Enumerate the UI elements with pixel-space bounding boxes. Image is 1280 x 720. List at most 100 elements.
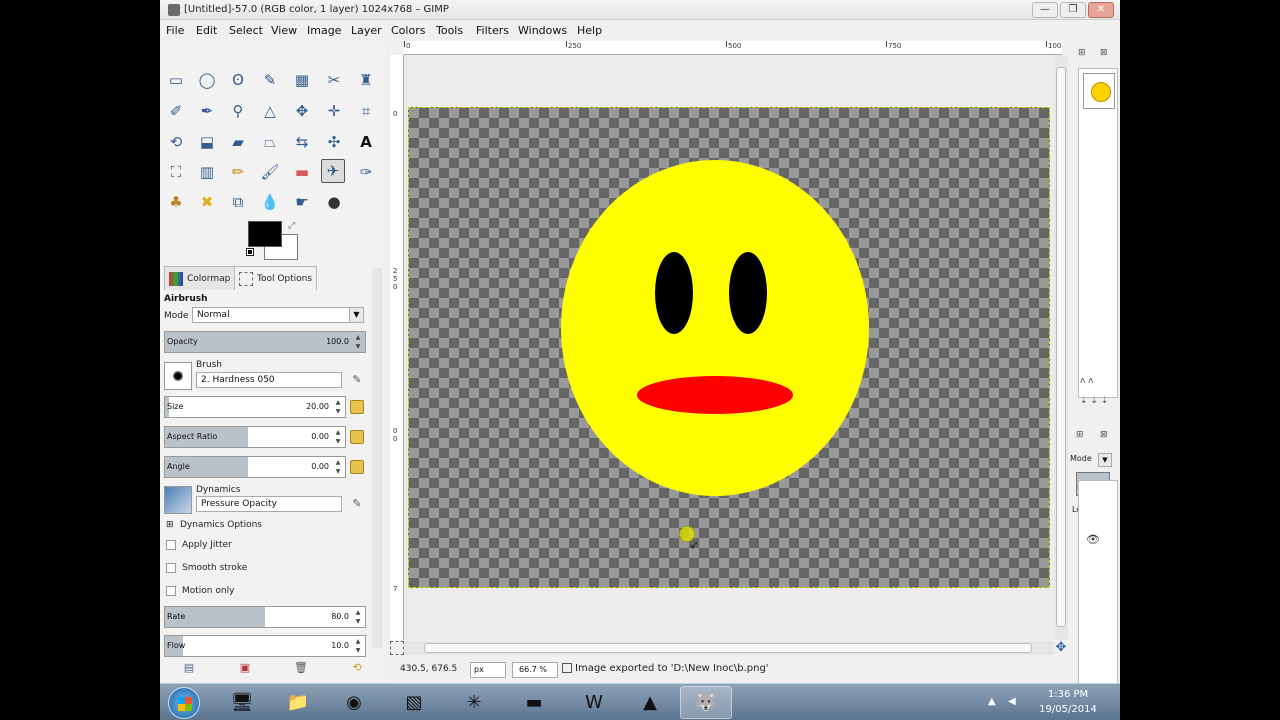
- color-picker-icon[interactable]: ✒: [195, 99, 219, 123]
- paths-icon[interactable]: ✐: [164, 99, 188, 123]
- angle-reset-icon[interactable]: [350, 460, 364, 474]
- restore-options-icon[interactable]: ▣: [238, 661, 252, 675]
- ellipse-select-icon[interactable]: ◯: [195, 68, 219, 92]
- reset-options-icon[interactable]: ⟲: [350, 661, 364, 675]
- taskbar-chrome-icon[interactable]: ◉: [328, 686, 380, 719]
- layers-menu-icon[interactable]: ⊞: [1076, 430, 1084, 440]
- rotate-icon[interactable]: ⟲: [164, 130, 188, 154]
- move-icon[interactable]: ✥: [290, 99, 314, 123]
- angle-slider[interactable]: Angle 0.00 ▲ ▼: [164, 456, 346, 478]
- layers-list[interactable]: [1078, 480, 1118, 686]
- crop-icon[interactable]: ⌗: [354, 99, 378, 123]
- smooth-stroke-checkbox[interactable]: [166, 563, 176, 573]
- menu-colors[interactable]: Colors: [391, 24, 425, 37]
- size-reset-icon[interactable]: [350, 400, 364, 414]
- close-button[interactable]: ✕: [1088, 2, 1114, 18]
- zoom-icon[interactable]: ⚲: [226, 99, 250, 123]
- blur-icon[interactable]: 💧: [258, 190, 282, 214]
- horizontal-ruler[interactable]: 0 250 500 750 100: [404, 41, 1062, 55]
- tab-tool-options[interactable]: Tool Options: [234, 266, 318, 290]
- volume-icon[interactable]: ◀: [1008, 696, 1016, 707]
- flip-icon[interactable]: ⇆: [290, 130, 314, 154]
- taskbar-app-icon[interactable]: ✳: [448, 686, 500, 719]
- apply-jitter-checkbox[interactable]: [166, 540, 176, 550]
- opacity-spinner[interactable]: ▲ ▼: [353, 333, 363, 351]
- menu-image[interactable]: Image: [307, 24, 341, 37]
- dynamics-field[interactable]: Pressure Opacity: [196, 496, 342, 512]
- menu-filters[interactable]: Filters: [476, 24, 509, 37]
- taskbar-idea-icon[interactable]: ▬: [508, 686, 560, 719]
- brush-preview[interactable]: [164, 362, 192, 390]
- maximize-button[interactable]: ❐: [1060, 2, 1086, 18]
- toolbox-scrollbar[interactable]: [372, 268, 382, 648]
- taskbar-onenote-icon[interactable]: ▧: [388, 686, 440, 719]
- airbrush-icon[interactable]: ✈: [321, 159, 345, 183]
- unit-select[interactable]: px: [470, 662, 506, 678]
- start-button[interactable]: [168, 687, 200, 719]
- dodge-burn-icon[interactable]: ●: [322, 190, 346, 214]
- flow-spinner[interactable]: ▲ ▼: [353, 637, 363, 655]
- menu-tools[interactable]: Tools: [436, 24, 463, 37]
- layers-close-icon[interactable]: ⊠: [1100, 430, 1108, 440]
- layer-visibility-eye-icon[interactable]: 👁: [1086, 533, 1100, 546]
- perspective-icon[interactable]: ⏢: [258, 130, 282, 154]
- menu-select[interactable]: Select: [229, 24, 263, 37]
- rate-spinner[interactable]: ▲ ▼: [353, 608, 363, 626]
- free-select-icon[interactable]: ʘ: [226, 68, 250, 92]
- menu-help[interactable]: Help: [577, 24, 602, 37]
- blend-icon[interactable]: ▥: [195, 160, 219, 184]
- fuzzy-select-icon[interactable]: ✎: [258, 68, 282, 92]
- eraser-icon[interactable]: ▬: [290, 160, 314, 184]
- foreground-select-icon[interactable]: ♜: [354, 68, 378, 92]
- paintbrush-icon[interactable]: 🖌: [258, 160, 282, 184]
- save-options-icon[interactable]: ▤: [182, 661, 196, 675]
- taskbar-gimp-icon[interactable]: 🐺: [680, 686, 732, 719]
- taskbar-inkscape-icon[interactable]: ▲: [624, 686, 676, 719]
- align-icon[interactable]: ✛: [322, 99, 346, 123]
- tray-expand-icon[interactable]: ▲: [988, 696, 996, 707]
- horizontal-scroll-thumb[interactable]: [424, 643, 1032, 653]
- zoom-select[interactable]: 66.7 %: [512, 662, 558, 678]
- aspect-reset-icon[interactable]: [350, 430, 364, 444]
- vertical-scrollbar[interactable]: [1054, 55, 1068, 640]
- brush-name-field[interactable]: 2. Hardness 050: [196, 372, 342, 388]
- menu-file[interactable]: File: [166, 24, 184, 37]
- minimize-button[interactable]: —: [1032, 2, 1058, 18]
- rect-select-icon[interactable]: ▭: [164, 68, 188, 92]
- shear-icon[interactable]: ▰: [226, 130, 250, 154]
- quick-mask-toggle[interactable]: [390, 641, 404, 655]
- swap-colors-icon[interactable]: ⤢: [288, 221, 295, 231]
- delete-options-icon[interactable]: 🗑: [294, 661, 308, 675]
- angle-spinner[interactable]: ▲ ▼: [333, 458, 343, 476]
- dock-close-icon[interactable]: ⊠: [1100, 48, 1108, 58]
- mode-select[interactable]: Normal ▼: [192, 307, 364, 323]
- flow-slider[interactable]: Flow 10.0 ▲ ▼: [164, 635, 366, 657]
- dock-menu-icon[interactable]: ⊞: [1078, 48, 1086, 58]
- brush-smiley[interactable]: [1083, 73, 1115, 109]
- measure-icon[interactable]: △: [258, 99, 282, 123]
- text-tool-icon[interactable]: A: [354, 130, 378, 154]
- dynamics-preview[interactable]: [164, 486, 192, 514]
- dynamics-options-label[interactable]: Dynamics Options: [180, 520, 262, 530]
- menu-windows[interactable]: Windows: [518, 24, 567, 37]
- brush-scroll-icon[interactable]: ᴧ ᴧ: [1080, 376, 1094, 386]
- rate-slider[interactable]: Rate 80.0 ▲ ▼: [164, 606, 366, 628]
- motion-only-checkbox[interactable]: [166, 586, 176, 596]
- brush-edit-icon[interactable]: ✎: [350, 373, 364, 387]
- brushes-panel[interactable]: [1078, 68, 1118, 398]
- size-spinner[interactable]: ▲ ▼: [333, 398, 343, 416]
- scissors-icon[interactable]: ✂: [322, 68, 346, 92]
- perspective-clone-icon[interactable]: ⧉: [226, 190, 250, 214]
- heal-icon[interactable]: ✖: [195, 190, 219, 214]
- navigate-icon[interactable]: ✥: [1054, 641, 1068, 655]
- vertical-ruler[interactable]: 0 2 5 0 0 0 7: [390, 55, 404, 640]
- scale-icon[interactable]: ⬓: [195, 130, 219, 154]
- size-slider[interactable]: Size 20.00 ▲ ▼: [164, 396, 346, 418]
- taskbar-explorer-icon[interactable]: 🖥: [216, 686, 268, 719]
- color-select-icon[interactable]: ▦: [290, 68, 314, 92]
- bucket-fill-icon[interactable]: ⛶: [164, 160, 188, 184]
- foreground-color-swatch-top[interactable]: [248, 221, 282, 247]
- menu-layer[interactable]: Layer: [351, 24, 382, 37]
- aspect-ratio-slider[interactable]: Aspect Ratio 0.00 ▲ ▼: [164, 426, 346, 448]
- expander-icon[interactable]: ⊞: [166, 520, 174, 530]
